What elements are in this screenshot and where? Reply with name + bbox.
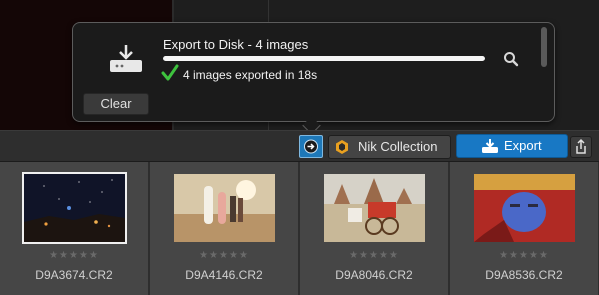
download-to-disk-icon — [110, 45, 142, 72]
blue-child-thumbnail — [474, 174, 575, 242]
clear-button[interactable]: Clear — [83, 93, 149, 115]
filename: D9A4146.CR2 — [185, 268, 263, 282]
nik-aperture-icon — [336, 140, 348, 154]
export-button[interactable]: Export — [456, 134, 568, 158]
filename: D9A3674.CR2 — [35, 268, 113, 282]
thumbnail[interactable] — [174, 174, 275, 242]
checkmark-icon — [161, 64, 179, 81]
export-progress-popover: Export to Disk - 4 images 4 images expor… — [72, 22, 555, 122]
scrollbar[interactable] — [541, 27, 547, 67]
thumbnail[interactable] — [324, 174, 425, 242]
filmstrip-cell[interactable]: ★★★★★ D9A8046.CR2 — [300, 162, 450, 295]
activity-toggle-button[interactable] — [299, 135, 323, 158]
filmstrip: ★★★★★ D9A3674.CR2 ★★★★★ D9A4146.CR2 ★★★★… — [0, 161, 599, 295]
export-progress-bar — [163, 56, 485, 61]
export-title: Export to Disk - 4 images — [163, 37, 309, 52]
rating-stars[interactable]: ★★★★★ — [150, 250, 298, 261]
rating-stars[interactable]: ★★★★★ — [0, 250, 148, 261]
filename: D9A8046.CR2 — [335, 268, 413, 282]
thumbnail[interactable] — [22, 172, 127, 244]
rating-stars[interactable]: ★★★★★ — [300, 250, 448, 261]
temple-cart-thumbnail — [324, 174, 425, 242]
share-icon — [576, 138, 586, 154]
export-download-icon — [482, 139, 498, 153]
export-status: 4 images exported in 18s — [183, 68, 318, 82]
nik-collection-button[interactable]: Nik Collection — [328, 135, 451, 159]
filmstrip-cell[interactable]: ★★★★★ D9A4146.CR2 — [150, 162, 300, 295]
magnifier-icon[interactable] — [503, 51, 519, 67]
surfers-beach-thumbnail — [174, 174, 275, 242]
filmstrip-cell[interactable]: ★★★★★ D9A3674.CR2 — [0, 162, 150, 295]
nik-collection-label: Nik Collection — [358, 139, 438, 154]
share-button[interactable] — [570, 136, 592, 158]
night-sky-thumbnail — [24, 174, 125, 242]
arrow-circle-icon — [304, 139, 318, 154]
filename: D9A8536.CR2 — [485, 268, 563, 282]
rating-stars[interactable]: ★★★★★ — [450, 250, 598, 261]
progress-fill — [163, 56, 485, 61]
bottom-toolbar: Nik Collection Export — [0, 130, 599, 161]
thumbnail[interactable] — [474, 174, 575, 242]
filmstrip-cell[interactable]: ★★★★★ D9A8536.CR2 — [450, 162, 599, 295]
export-label: Export — [504, 138, 542, 153]
